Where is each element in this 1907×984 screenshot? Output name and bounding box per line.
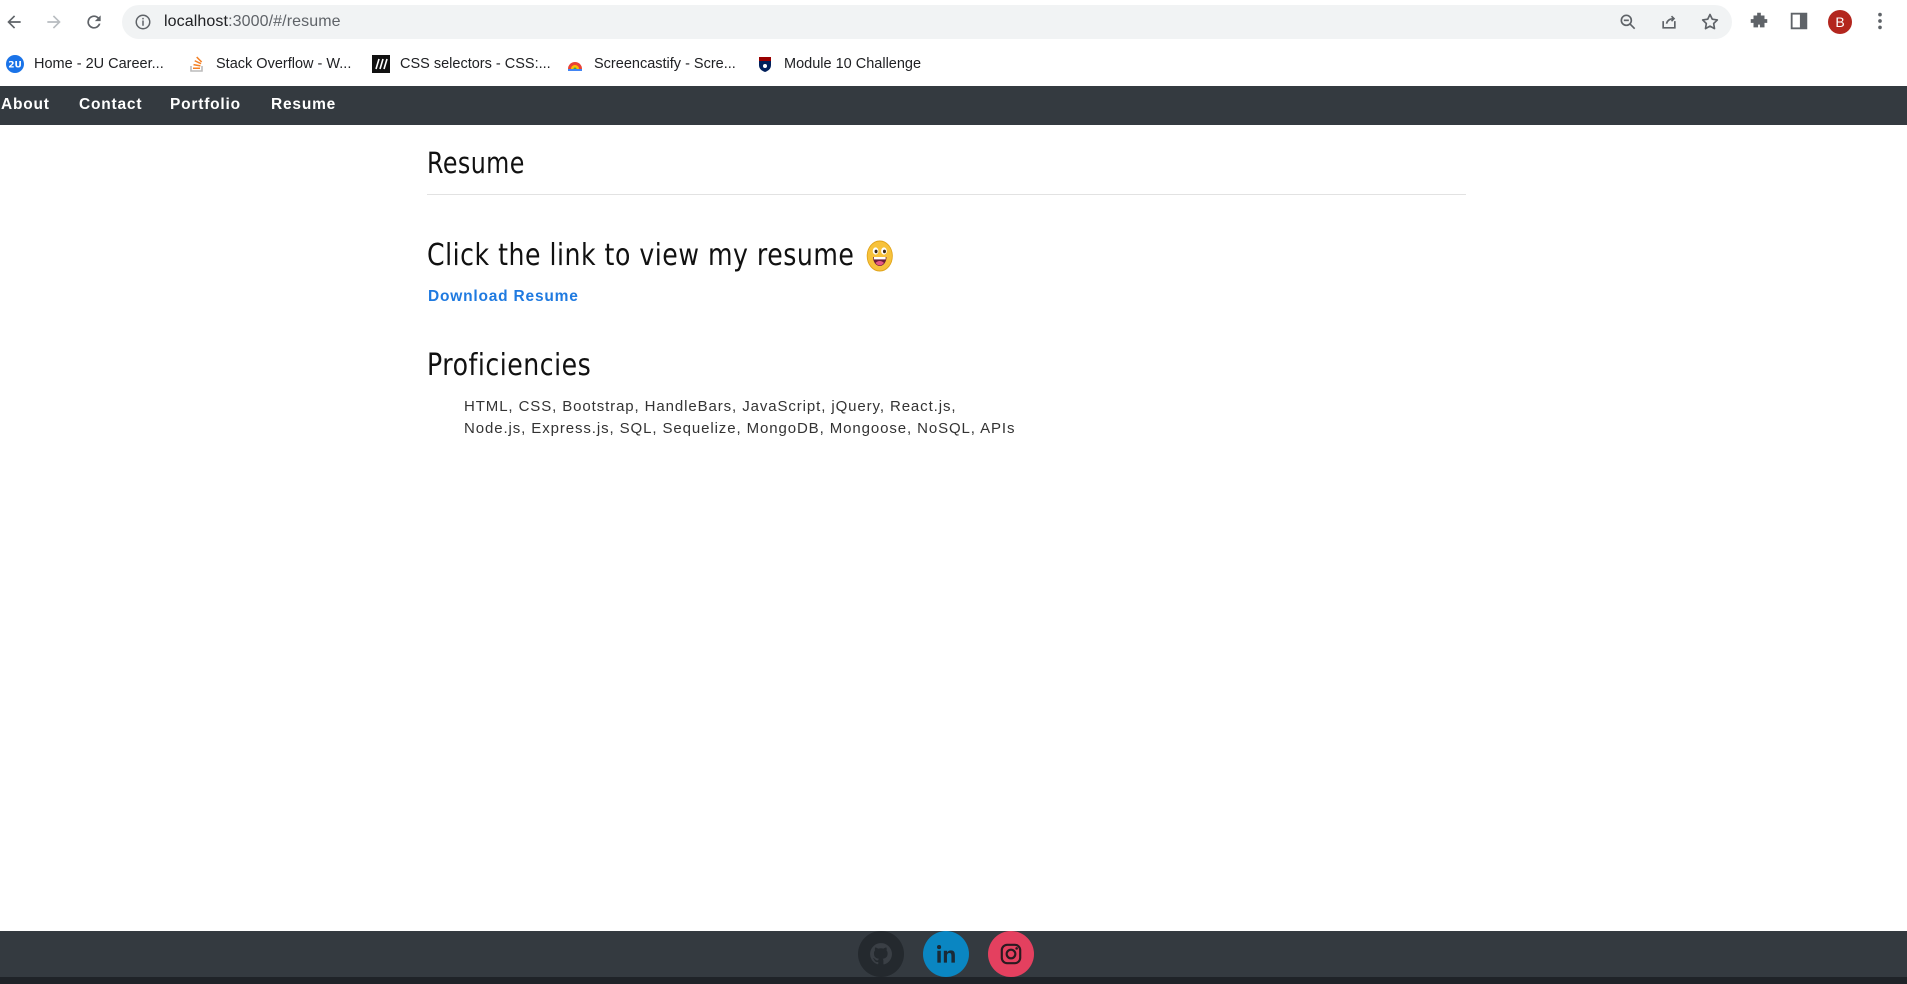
- bookmark-label: Stack Overflow - W...: [216, 56, 352, 72]
- bookmark-css-selectors[interactable]: CSS selectors - CSS:...: [372, 52, 551, 76]
- download-resume-link[interactable]: Download Resume: [428, 288, 579, 306]
- url-text[interactable]: localhost:3000/#/resume: [164, 13, 341, 31]
- address-bar[interactable]: localhost:3000/#/resume: [122, 5, 1732, 39]
- kebab-menu-icon[interactable]: [1869, 10, 1891, 32]
- bookmark-module-10[interactable]: Module 10 Challenge: [756, 52, 921, 76]
- bookmark-stack-overflow[interactable]: Stack Overflow - W...: [188, 52, 351, 76]
- nav-contact[interactable]: Contact: [79, 96, 142, 114]
- proficiencies-heading: Proficiencies: [427, 348, 592, 383]
- zoom-icon[interactable]: [1618, 12, 1638, 32]
- reload-icon[interactable]: [80, 8, 108, 36]
- star-icon[interactable]: [1700, 12, 1720, 32]
- site-navbar: About Contact Portfolio Resume: [0, 86, 1907, 125]
- side-panel-icon[interactable]: [1788, 10, 1810, 32]
- nav-portfolio[interactable]: Portfolio: [170, 96, 241, 114]
- browser-toolbar: localhost:3000/#/resume B: [0, 0, 1907, 44]
- page-title: Resume: [427, 146, 525, 180]
- bookmark-2u-career[interactable]: 2U Home - 2U Career...: [6, 52, 164, 76]
- proficiencies-list-line-1: HTML, CSS, Bootstrap, HandleBars, JavaSc…: [464, 398, 957, 415]
- resume-heading: Click the link to view my resume: [427, 238, 893, 273]
- extensions-icon[interactable]: [1748, 10, 1770, 32]
- bookmark-screencastify[interactable]: Screencastify - Scre...: [566, 52, 736, 76]
- title-divider: [427, 194, 1466, 195]
- 2u-icon: 2U: [6, 55, 24, 73]
- bookmark-label: Home - 2U Career...: [34, 56, 164, 72]
- proficiencies-list-line-2: Node.js, Express.js, SQL, Sequelize, Mon…: [464, 420, 1016, 437]
- svg-text:2U: 2U: [8, 61, 22, 71]
- site-info-icon[interactable]: [134, 13, 152, 31]
- forward-arrow-icon[interactable]: [40, 8, 68, 36]
- grinning-face-icon: [866, 240, 893, 271]
- url-path: :3000/#/resume: [228, 13, 341, 30]
- linkedin-icon: [937, 945, 955, 963]
- github-icon: [870, 943, 892, 965]
- stackoverflow-icon: [188, 55, 206, 73]
- footer-bottom-strip: [0, 977, 1907, 984]
- linkedin-link[interactable]: [923, 931, 969, 977]
- back-arrow-icon[interactable]: [0, 8, 28, 36]
- profile-avatar[interactable]: B: [1828, 10, 1852, 34]
- resume-heading-text: Click the link to view my resume: [427, 238, 855, 273]
- nav-resume[interactable]: Resume: [271, 96, 336, 114]
- avatar-letter: B: [1835, 14, 1845, 30]
- bookmark-label: Module 10 Challenge: [784, 56, 922, 72]
- penn-icon: [756, 55, 774, 73]
- url-host: localhost: [164, 13, 229, 30]
- nav-about[interactable]: About: [1, 96, 50, 114]
- bookmark-label: CSS selectors - CSS:...: [400, 56, 551, 72]
- mdn-icon: [372, 55, 390, 73]
- instagram-icon: [1000, 943, 1022, 965]
- instagram-link[interactable]: [988, 931, 1034, 977]
- bookmarks-bar: 2U Home - 2U Career... Stack Overflow - …: [0, 44, 1907, 86]
- bookmark-label: Screencastify - Scre...: [594, 56, 736, 72]
- github-link[interactable]: [858, 931, 904, 977]
- screencastify-icon: [566, 55, 584, 73]
- share-icon[interactable]: [1659, 12, 1679, 32]
